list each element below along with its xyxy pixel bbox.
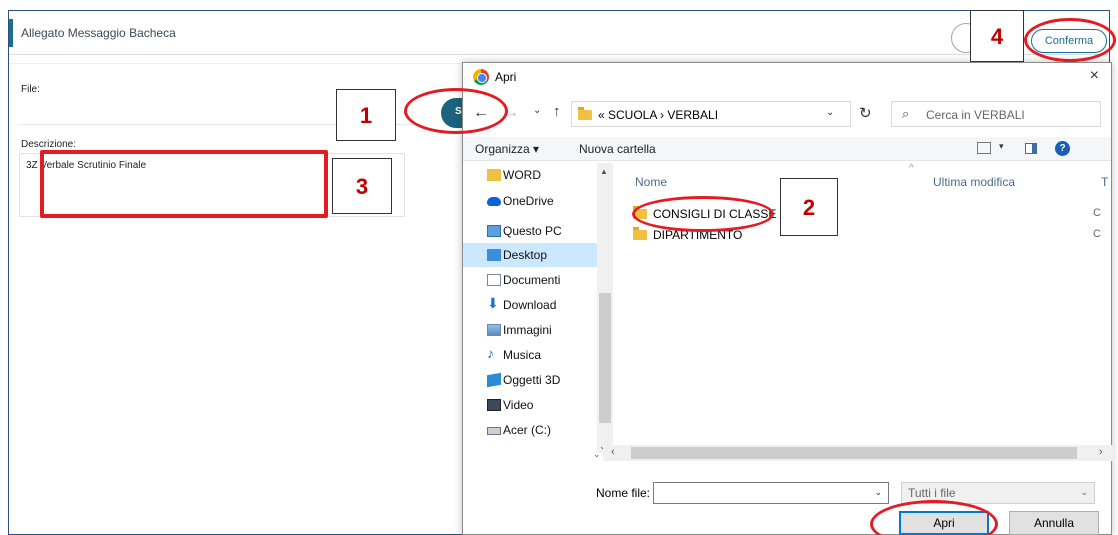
column-header-modified[interactable]: Ultima modifica [933,175,1015,189]
navigation-pane: WORD OneDrive Questo PC Desktop Document… [463,163,613,453]
nav-item-questo-pc[interactable]: Questo PC [463,219,597,243]
divider [9,63,464,64]
nav-item-word[interactable]: WORD [463,163,597,187]
nav-item-label: Download [503,298,557,312]
header-accent-bar [9,19,13,47]
nav-item-desktop[interactable]: Desktop [463,243,597,267]
download-icon: ⬇ [487,295,499,311]
refresh-icon[interactable]: ↻ [859,104,872,122]
cancel-button[interactable]: Annulla [1009,511,1099,535]
chrome-icon [473,69,489,85]
scroll-right-icon[interactable]: › [1099,446,1103,458]
drive-icon [487,427,501,435]
annotation-step-1: 1 [336,89,396,141]
nav-item-label: Musica [503,348,542,362]
column-header-name[interactable]: Nome [635,175,667,189]
nav-item-musica[interactable]: ♪ Musica [463,343,597,367]
music-icon: ♪ [487,345,494,361]
open-file-dialog: Apri × ← → ⌄ ↑ « SCUOLA › VERBALI ⌄ ↻ ⌕ … [462,62,1113,535]
help-icon[interactable]: ? [1055,141,1070,156]
highlight-description [40,150,328,218]
chevron-down-icon[interactable]: ⌄ [593,449,601,460]
nav-item-oggetti-3d[interactable]: Oggetti 3D [463,368,597,392]
nav-item-label: Video [503,398,534,412]
chevron-down-icon[interactable]: ⌄ [874,487,882,498]
highlight-folder [632,196,774,232]
close-icon[interactable]: × [1090,67,1099,85]
up-arrow-icon[interactable]: ↑ [553,103,561,120]
nav-item-label: Questo PC [503,224,562,238]
file-label: File: [21,84,40,95]
panel-title: Allegato Messaggio Bacheca [21,26,176,40]
pc-icon [487,225,501,237]
nav-item-label: WORD [503,168,541,182]
recent-locations-icon[interactable]: ⌄ [533,105,541,116]
filename-input[interactable]: ⌄ [653,482,889,504]
view-options-icon[interactable] [977,142,991,154]
images-icon [487,324,501,336]
chevron-down-icon: ⌄ [1080,487,1088,497]
nav-item-documenti[interactable]: Documenti [463,268,597,292]
address-path: « SCUOLA › VERBALI [598,108,719,122]
nav-pane-scrollbar[interactable]: ▲ ⌄ [597,163,613,453]
video-icon [487,399,501,411]
organize-menu[interactable]: Organizza ▾ [475,142,539,156]
search-placeholder: Cerca in VERBALI [926,108,1025,122]
scroll-up-icon[interactable]: ▲ [600,167,608,176]
scroll-left-icon[interactable]: ‹ [611,446,615,458]
objects-3d-icon [487,372,501,388]
folder-icon [633,227,647,240]
preview-pane-icon[interactable] [1025,143,1037,154]
file-type-value: Tutti i file [908,486,956,500]
chevron-down-icon[interactable]: ⌄ [826,107,834,118]
documents-icon [487,274,501,286]
nav-item-video[interactable]: Video [463,393,597,417]
column-header-type[interactable]: T [1101,175,1108,189]
new-folder-button[interactable]: Nuova cartella [579,142,656,156]
folder-icon [578,107,592,120]
description-label: Descrizione: [21,139,77,150]
annotation-step-3: 3 [332,158,392,214]
scrollbar-thumb[interactable] [631,447,1077,459]
nav-item-label: Acer (C:) [503,423,551,437]
search-input[interactable]: ⌕ Cerca in VERBALI [891,101,1101,127]
highlight-back-button [404,88,508,134]
onedrive-icon [487,197,501,206]
command-bar: Organizza ▾ Nuova cartella ▾ ? [463,137,1111,161]
horizontal-scrollbar[interactable]: ‹ › [603,445,1113,461]
annotation-step-4: 4 [970,10,1024,62]
nav-item-immagini[interactable]: Immagini [463,318,597,342]
nav-item-label: Oggetti 3D [503,373,561,387]
search-icon: ⌕ [902,106,910,121]
nav-item-label: Desktop [503,248,548,262]
panel-header: Allegato Messaggio Bacheca Conferma [9,11,1109,55]
desktop-icon [487,249,501,261]
highlight-confirm [1024,18,1116,62]
filename-label: Nome file: [596,486,651,500]
dialog-titlebar: Apri × [463,63,1111,91]
file-type-cell: C [1093,228,1101,240]
address-bar[interactable]: « SCUOLA › VERBALI ⌄ [571,101,851,127]
nav-item-onedrive[interactable]: OneDrive [463,189,597,213]
folder-icon [487,169,501,181]
nav-item-label: OneDrive [503,194,554,208]
scrollbar-thumb[interactable] [599,293,611,423]
chevron-down-icon[interactable]: ▾ [999,141,1004,152]
nav-item-label: Immagini [503,323,552,337]
nav-item-download[interactable]: ⬇ Download [463,293,597,317]
file-type-cell: C [1093,207,1101,219]
sort-caret-icon: ^ [909,163,914,174]
navigation-bar: ← → ⌄ ↑ « SCUOLA › VERBALI ⌄ ↻ ⌕ Cerca i… [463,101,1111,127]
annotation-step-2: 2 [780,178,838,236]
nav-item-label: Documenti [503,273,561,287]
dialog-title: Apri [495,70,517,84]
nav-item-acer-c[interactable]: Acer (C:) [463,418,597,442]
